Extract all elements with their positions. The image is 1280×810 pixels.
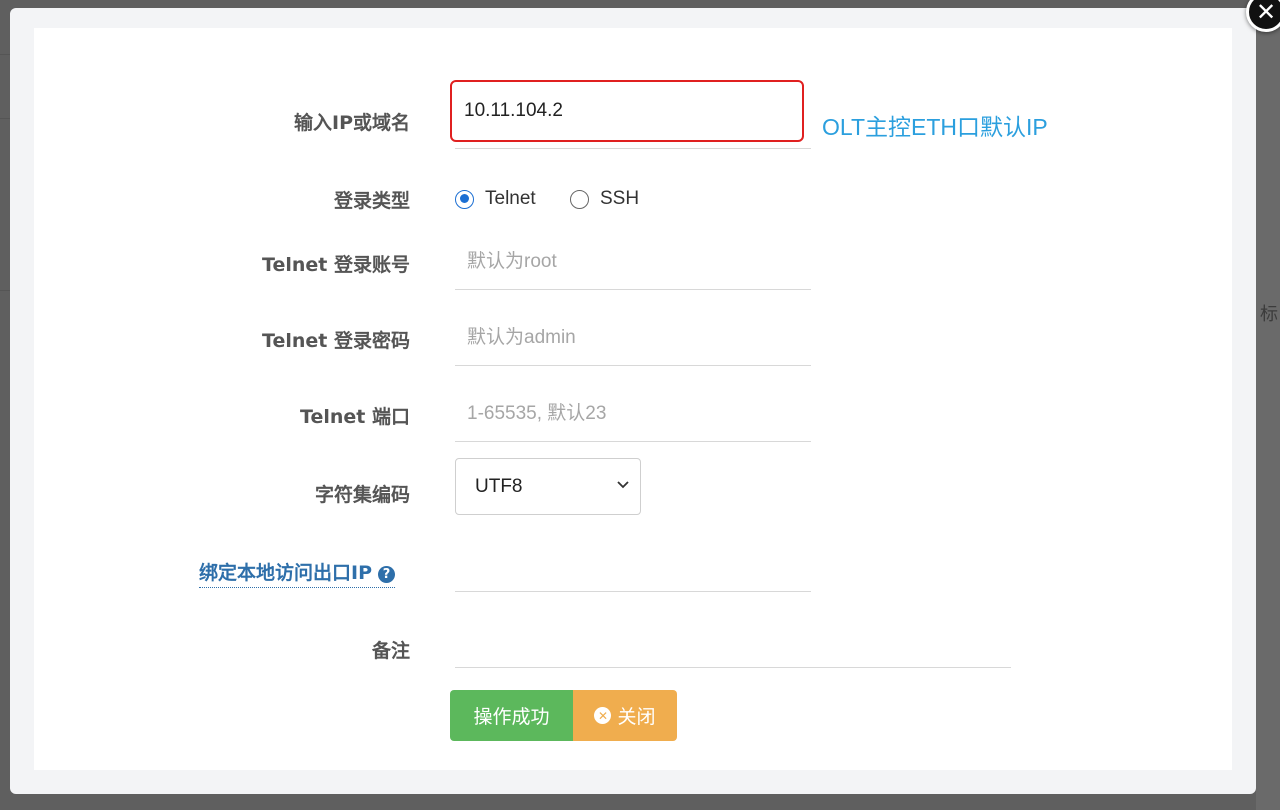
password-input[interactable]: [455, 310, 811, 366]
question-circle-icon[interactable]: ?: [378, 566, 395, 583]
ssh-radio-label: SSH: [600, 188, 640, 209]
modal-body: 输入IP或域名 OLT主控ETH口默认IP 登录类型 Telnet SSH Te…: [34, 28, 1232, 770]
port-input[interactable]: [455, 386, 811, 442]
backdrop-line: [0, 54, 10, 55]
charset-select[interactable]: UTF8: [455, 458, 641, 515]
backdrop-strip: 标: [1256, 0, 1280, 810]
ip-input[interactable]: [450, 80, 804, 142]
charset-label: 字符集编码: [314, 484, 410, 506]
ip-hint: OLT主控ETH口默认IP: [822, 114, 1048, 140]
remark-input[interactable]: [455, 612, 1011, 668]
port-label: Telnet 端口: [300, 406, 410, 428]
backdrop-line: [0, 290, 10, 291]
login-type-label: 登录类型: [333, 190, 410, 212]
charset-value: UTF8: [475, 475, 523, 497]
ip-underline: [455, 148, 811, 149]
ssh-radio[interactable]: [570, 189, 589, 209]
bind-ip-input[interactable]: [455, 536, 811, 592]
close-button[interactable]: ✕ 关闭: [573, 690, 677, 741]
chevron-down-icon: [617, 481, 629, 489]
backdrop-text: 标: [1260, 304, 1278, 325]
close-circle-icon: ✕: [594, 707, 612, 724]
backdrop-line: [0, 118, 10, 119]
bind-ip-label-text: 绑定本地访问出口IP: [199, 562, 372, 584]
ssh-radio-option[interactable]: SSH: [570, 188, 639, 210]
remark-label: 备注: [371, 640, 410, 662]
modal-dialog: 输入IP或域名 OLT主控ETH口默认IP 登录类型 Telnet SSH Te…: [10, 0, 1280, 794]
telnet-radio[interactable]: [455, 189, 474, 209]
account-label: Telnet 登录账号: [262, 254, 410, 276]
telnet-radio-label: Telnet: [485, 188, 536, 209]
ip-label: 输入IP或域名: [294, 112, 410, 134]
account-input[interactable]: [455, 234, 811, 290]
ok-button[interactable]: 操作成功: [450, 690, 573, 741]
bind-ip-label[interactable]: 绑定本地访问出口IP?: [199, 558, 395, 588]
password-label: Telnet 登录密码: [262, 330, 410, 352]
close-button-label: 关闭: [617, 706, 656, 728]
telnet-radio-option[interactable]: Telnet: [455, 188, 536, 210]
modal-close-icon[interactable]: ✕: [1246, 0, 1280, 32]
